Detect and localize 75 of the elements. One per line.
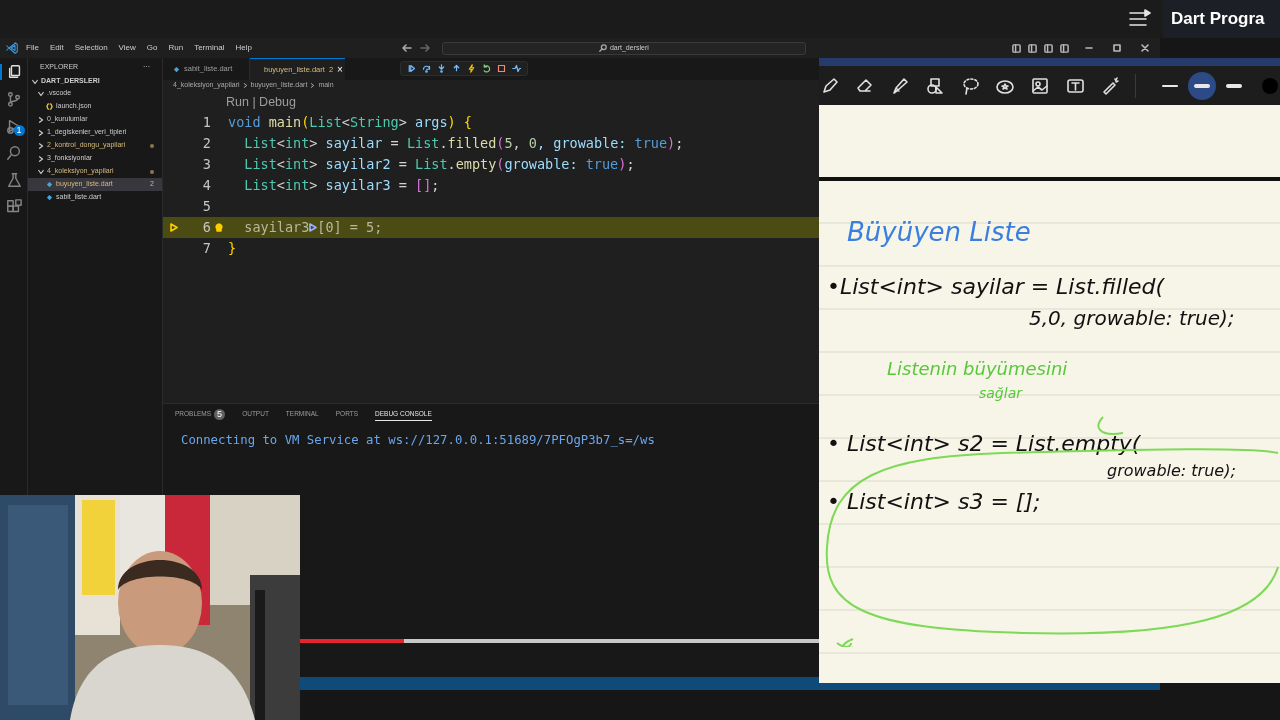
- handwritten-text: Büyüyen Liste: [847, 216, 1031, 249]
- code-line: sayilar3 [0] = 5;: [243, 218, 383, 238]
- menu-item[interactable]: Help: [235, 42, 252, 54]
- handwritten-text: Listenin büyümesini: [887, 357, 1068, 381]
- json-file-icon: [46, 103, 53, 110]
- current-line-icon: [170, 223, 178, 232]
- handwritten-text: • List<int> s3 = [];: [827, 488, 1041, 516]
- app-logo-icon: [6, 42, 18, 54]
- eraser-icon[interactable]: [856, 76, 874, 95]
- menu-item[interactable]: Terminal: [194, 42, 225, 54]
- chevron-icon: [242, 83, 248, 88]
- chevron-icon[interactable]: [32, 78, 38, 85]
- step-over-icon[interactable]: [422, 64, 431, 73]
- step-out-icon[interactable]: [452, 64, 461, 73]
- video-progress-bar[interactable]: [300, 639, 819, 643]
- line-number: 2: [202, 134, 211, 154]
- step-into-icon[interactable]: [437, 64, 446, 73]
- line-number: 5: [202, 197, 211, 217]
- devtools-icon[interactable]: [512, 64, 521, 73]
- line-number: 7: [202, 239, 211, 259]
- continue-icon[interactable]: [407, 64, 416, 73]
- code-line: List<int> sayilar = List.filled(5, 0, growable: true);: [243, 134, 684, 154]
- code-line: List<int> sayilar2 = List.empty(growable: true);: [243, 155, 635, 175]
- layout-custom-icon[interactable]: [1060, 43, 1069, 53]
- inline-breakpoint-icon[interactable]: [309, 223, 318, 232]
- menu-item[interactable]: Run: [168, 42, 184, 54]
- chevron-icon: [310, 83, 316, 88]
- handwritten-text: •List<int> sayilar = List.filled(: [827, 273, 1165, 301]
- layout-sidebar-icon[interactable]: [1012, 43, 1021, 53]
- code-line: List<int> sayilar3 = [];: [243, 176, 440, 196]
- image-icon[interactable]: [1031, 76, 1049, 95]
- notification-badge: 1: [13, 125, 25, 136]
- maximize-icon[interactable]: [1112, 43, 1122, 53]
- color-swatch[interactable]: [1262, 77, 1278, 94]
- lightbulb-icon[interactable]: [214, 222, 223, 233]
- menu-item[interactable]: Edit: [49, 42, 64, 54]
- console-output: Connecting to VM Service at ws://127.0.0.1:51689/7PFOgP3b7_s=/ws: [181, 433, 655, 447]
- restart-icon[interactable]: [482, 64, 491, 73]
- shapes-icon[interactable]: [926, 76, 944, 95]
- stroke-width-button[interactable]: [1188, 71, 1216, 100]
- handwritten-text: • List<int> s2 = List.empty(: [827, 430, 1141, 458]
- laser-pointer-icon[interactable]: [1101, 76, 1119, 95]
- text-box-icon[interactable]: [1066, 76, 1084, 95]
- line-number: 3: [202, 155, 211, 175]
- flask-icon[interactable]: [5, 172, 22, 188]
- stop-icon[interactable]: [497, 64, 506, 73]
- close-tab-button[interactable]: ×: [337, 64, 343, 75]
- search-icon: [598, 44, 607, 52]
- line-number: 6: [202, 218, 211, 238]
- highlighter-icon[interactable]: [891, 76, 909, 95]
- handwritten-text: sağlar: [979, 384, 1022, 403]
- menu-item[interactable]: Selection: [74, 42, 108, 54]
- code-line: }: [227, 239, 237, 259]
- pen-icon[interactable]: [821, 76, 839, 95]
- layout-split-icon[interactable]: [1044, 43, 1053, 53]
- line-number: 4: [202, 176, 211, 196]
- menu-item[interactable]: File: [26, 42, 39, 54]
- back-arrow-icon[interactable]: [401, 43, 412, 53]
- lasso-icon[interactable]: [961, 76, 979, 95]
- close-icon[interactable]: [1140, 43, 1150, 53]
- handwritten-text: growable: true);: [1107, 460, 1236, 482]
- files-icon[interactable]: [6, 64, 23, 80]
- dart-file-icon: [173, 65, 180, 73]
- menu-item[interactable]: Go: [146, 42, 158, 54]
- handwritten-text: 5,0, growable: true);: [1029, 305, 1235, 332]
- branch-icon[interactable]: [5, 91, 22, 107]
- layout-panel-icon[interactable]: [1028, 43, 1037, 53]
- menu-item[interactable]: View: [118, 42, 136, 54]
- line-number: 1: [202, 113, 211, 133]
- extensions-icon[interactable]: [5, 199, 22, 215]
- forward-arrow-icon[interactable]: [419, 43, 430, 53]
- code-line: void main(List<String> args) {: [227, 113, 472, 133]
- video-title: Dart Progra: [1171, 8, 1265, 31]
- lightning-icon[interactable]: [467, 64, 476, 73]
- search-icon[interactable]: [5, 145, 22, 161]
